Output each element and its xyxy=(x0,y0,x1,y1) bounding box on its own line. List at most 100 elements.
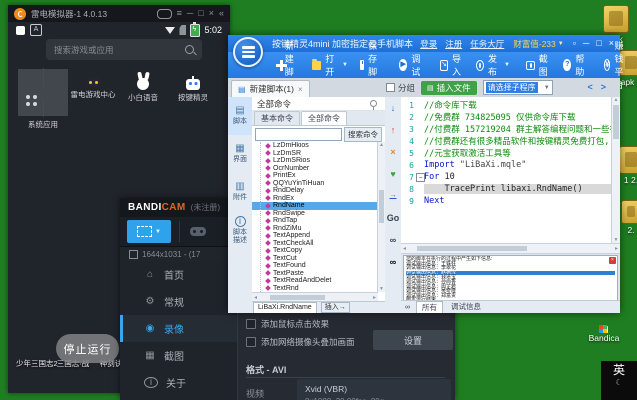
command-tree-item[interactable]: LzDmSRios xyxy=(252,157,378,165)
record-region-button[interactable]: ▼ xyxy=(127,220,171,243)
gamepad-icon[interactable] xyxy=(157,9,172,19)
input-method-indicator[interactable]: 英 ☾ xyxy=(601,361,637,400)
save-script-button[interactable]: 保存脚本 xyxy=(354,52,389,78)
tool-icon[interactable]: ↓ xyxy=(385,97,401,119)
app-anjian-jingling[interactable]: 按键精灵 xyxy=(168,69,218,116)
webcam-overlay-checkbox[interactable]: 添加网络摄像头叠加画面 xyxy=(246,336,355,348)
sidebar-item-about[interactable]: i 关于 xyxy=(120,369,237,396)
scroll-left-icon[interactable]: ◂ xyxy=(254,294,257,301)
nav-item-attachment[interactable]: ▥ 附件 xyxy=(228,173,252,211)
command-tree-item[interactable]: TextPaste xyxy=(252,270,378,278)
wealth-points[interactable]: 财富值-233 ▼ xyxy=(513,38,563,50)
command-tree-item[interactable]: TextFound xyxy=(252,262,378,270)
app-ld-game-center[interactable]: 雷电游戏中心 xyxy=(68,69,118,116)
tool-icon[interactable]: ↑ xyxy=(385,119,401,141)
code-editor[interactable]: 1//命令库下载2//免费群 734825095 仅供命令库下载3//付费群 1… xyxy=(401,97,620,245)
subroutine-combobox[interactable]: 请选择子程序 ▼ xyxy=(483,80,553,95)
maximize-button[interactable]: □ xyxy=(198,9,203,18)
command-tree-item[interactable]: RndEx xyxy=(252,195,378,203)
settings-button[interactable]: 设置 xyxy=(373,330,453,350)
pin-icon[interactable] xyxy=(370,100,377,107)
insert-command-button[interactable]: 插入→ xyxy=(321,302,350,313)
tool-icon[interactable]: ∞ xyxy=(385,251,401,273)
scroll-up-icon[interactable]: ▲ xyxy=(378,142,385,148)
sidebar-item-general[interactable]: ⚙ 常规 xyxy=(120,288,237,315)
window-icon[interactable]: ▫ xyxy=(573,39,576,48)
app-system-apps[interactable]: 系统应用 xyxy=(18,69,68,116)
nav-item-interface[interactable]: ▦ 界面 xyxy=(228,135,252,173)
nav-forward-icon[interactable]: > xyxy=(601,82,606,92)
command-tree-item[interactable]: TextReadAndDelet xyxy=(252,277,378,285)
open-button[interactable]: 打开 ▼ xyxy=(306,52,354,78)
close-tab-icon[interactable]: × xyxy=(298,85,303,94)
minimize-button[interactable]: ─ xyxy=(583,39,589,48)
menu-icon[interactable]: ≡ xyxy=(177,9,182,18)
scroll-left-icon[interactable]: ◂ xyxy=(403,245,406,252)
document-tab[interactable]: ▤ 新建脚本(1) × xyxy=(231,80,310,97)
collapse-sidebar-icon[interactable]: « xyxy=(219,9,224,18)
desktop-icon-bandicam[interactable]: ↗ Bandica xyxy=(582,332,626,343)
debug-button[interactable]: ▶ 调试 xyxy=(393,52,430,78)
insert-file-button[interactable]: ▤ 插入文件 xyxy=(421,81,477,95)
find-icon[interactable]: ∞ xyxy=(405,304,410,311)
tool-icon[interactable]: ∞ xyxy=(385,229,401,251)
tab-basic-commands[interactable]: 基本命令 xyxy=(254,111,300,125)
sidebar-item-home[interactable]: ⌂ 首页 xyxy=(120,261,237,288)
help-button[interactable]: ? 帮助 xyxy=(557,52,594,78)
scroll-right-icon[interactable]: ▸ xyxy=(373,294,376,301)
tree-scrollbar[interactable]: ▲ ▼ xyxy=(377,142,385,292)
command-tree-item[interactable]: LzDmHkios xyxy=(252,142,378,150)
command-search-input[interactable] xyxy=(255,128,342,141)
screenshot-button[interactable]: 截图 xyxy=(520,52,557,78)
command-tree-item[interactable]: TextCopy xyxy=(252,247,378,255)
emulator-titlebar[interactable]: 雷电模拟器-1 4.0.13 ≡ ─ □ × « xyxy=(8,5,230,22)
editor-horizontal-scrollbar[interactable]: ◂▸ xyxy=(401,243,620,254)
tool-icon[interactable]: × xyxy=(385,141,401,163)
command-tree-item[interactable]: TextRnd xyxy=(252,285,378,293)
debug-output-panel[interactable]: 您的脚本在执行的过程中产生如下信息: 调试输出信息：王铁柱调试输出信息：李翠花调… xyxy=(403,255,618,301)
scroll-up-icon[interactable]: ▲ xyxy=(612,97,620,103)
command-tree-item[interactable]: TextCheckAll xyxy=(252,240,378,248)
close-button[interactable]: × xyxy=(209,9,214,18)
mouse-effect-checkbox[interactable]: 添加鼠标点击效果 xyxy=(246,318,329,330)
new-script-button[interactable]: 新建脚本 xyxy=(270,52,306,78)
tool-icon[interactable]: Go xyxy=(385,207,401,229)
nav-back-icon[interactable]: < xyxy=(587,82,592,92)
tab-debug-info[interactable]: 调试信息 xyxy=(445,300,487,313)
account-link[interactable]: 登录 xyxy=(420,38,437,50)
maximize-button[interactable]: □ xyxy=(596,39,601,48)
account-link[interactable]: 注册 xyxy=(445,38,462,50)
close-output-icon[interactable]: × xyxy=(609,257,616,264)
command-tree-item[interactable]: OcrNumber xyxy=(252,165,378,173)
command-tree-item[interactable]: RndTap xyxy=(252,217,378,225)
app-sanguozhi2[interactable]: 少年三国志2 xyxy=(16,357,54,369)
command-tree-item[interactable]: RndSwipe xyxy=(252,210,378,218)
nav-item-script[interactable]: ▤ 脚本 xyxy=(228,97,252,135)
command-tree-item[interactable]: QQYuYinTiHuan xyxy=(252,180,378,188)
command-tree-item[interactable]: PrintEx xyxy=(252,172,378,180)
video-settings-value[interactable]: Xvid (VBR) 0x1080, 30.00fps, 80q xyxy=(297,379,451,400)
account-link[interactable]: 任务大厅 xyxy=(470,38,504,50)
command-tree-item[interactable]: RndDelay xyxy=(252,187,378,195)
desktop-icon-apk4[interactable]: 2. xyxy=(621,200,637,235)
search-command-button[interactable]: 搜索命令 xyxy=(344,127,382,142)
desktop-icon-apk3[interactable]: 1 2. xyxy=(619,146,637,185)
command-tree-item[interactable]: LzDmSR xyxy=(252,150,378,158)
scroll-right-icon[interactable]: ▸ xyxy=(615,245,618,252)
nav-item-description[interactable]: i 脚本描述 xyxy=(228,211,252,249)
command-tree-item[interactable]: TextCut xyxy=(252,255,378,263)
minimize-button[interactable]: ─ xyxy=(187,9,193,18)
import-button[interactable]: ↘ 导入 xyxy=(434,52,470,78)
game-record-icon[interactable] xyxy=(190,227,206,236)
command-tree-item[interactable]: RndName xyxy=(252,202,378,210)
money-platform-button[interactable]: ¥ 赚钱平台 xyxy=(598,52,635,78)
editor-scrollbar[interactable]: ▲ ▼ xyxy=(611,97,620,243)
stop-run-button[interactable]: 停止运行 xyxy=(56,334,119,363)
library-tab[interactable]: LiBaXi.RndName xyxy=(253,302,317,313)
command-tree-item[interactable]: RndZiMu xyxy=(252,225,378,233)
tool-icon[interactable]: → xyxy=(385,185,401,207)
sidebar-item-image[interactable]: ▦ 截图 xyxy=(120,342,237,369)
close-button[interactable]: × xyxy=(609,39,614,48)
app-xiaobai-voice[interactable]: 小白语音 xyxy=(118,69,168,116)
tab-all-commands[interactable]: 全部命令 xyxy=(301,111,347,125)
